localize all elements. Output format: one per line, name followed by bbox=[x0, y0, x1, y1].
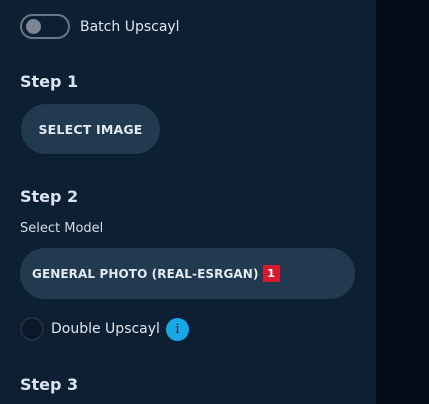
select-model-label: Select Model bbox=[20, 221, 104, 236]
batch-upscayl-row: Batch Upscayl bbox=[20, 14, 180, 39]
info-icon[interactable]: i bbox=[165, 317, 189, 341]
select-image-button[interactable]: SELECT IMAGE bbox=[21, 104, 160, 154]
toggle-knob bbox=[26, 19, 41, 34]
batch-upscayl-label: Batch Upscayl bbox=[80, 18, 180, 35]
model-select-value: GENERAL PHOTO (REAL-ESRGAN) bbox=[32, 266, 259, 281]
double-upscayl-checkbox[interactable] bbox=[20, 317, 44, 341]
double-upscayl-row: Double Upscayl i bbox=[20, 317, 189, 341]
step-1-title: Step 1 bbox=[20, 72, 79, 91]
step-3-title: Step 3 bbox=[20, 375, 79, 394]
batch-upscayl-toggle[interactable] bbox=[20, 14, 70, 39]
model-select[interactable]: GENERAL PHOTO (REAL-ESRGAN) 1 bbox=[20, 248, 355, 299]
double-upscayl-label: Double Upscayl bbox=[51, 321, 160, 337]
model-badge: 1 bbox=[262, 265, 280, 282]
preview-pane bbox=[376, 0, 429, 404]
step-2-title: Step 2 bbox=[20, 187, 79, 206]
sidebar: Batch Upscayl Step 1 SELECT IMAGE Step 2… bbox=[0, 0, 376, 404]
